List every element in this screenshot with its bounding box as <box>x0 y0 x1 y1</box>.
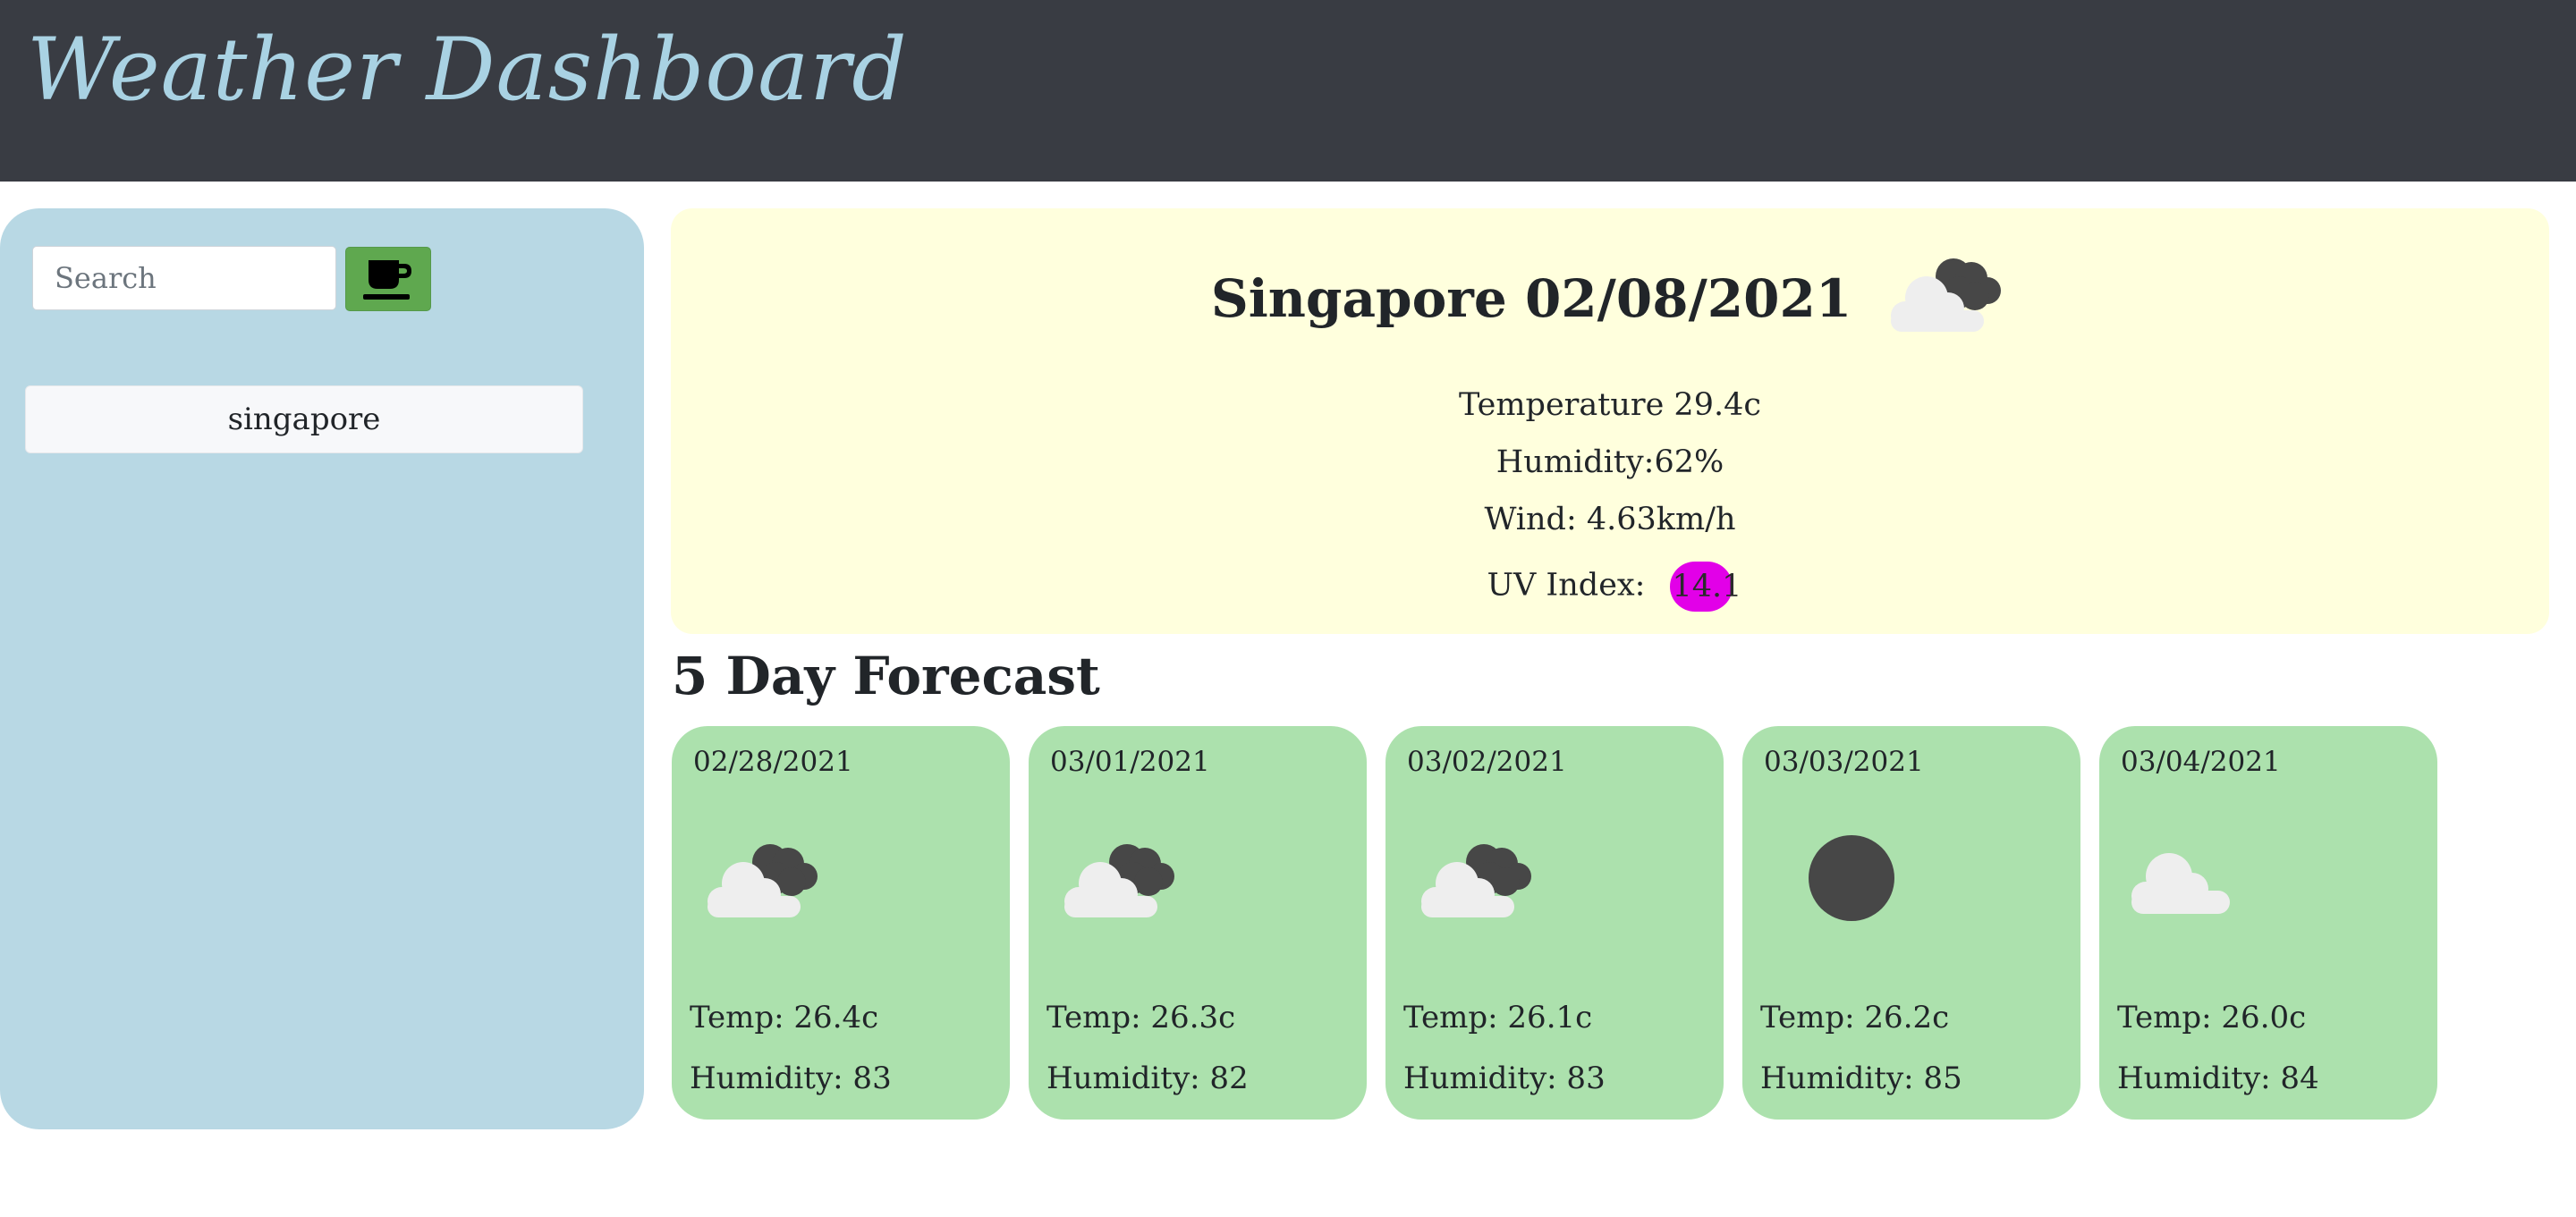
sidebar: singapore <box>0 208 644 1129</box>
forecast-temp: Temp: 26.0c <box>2117 1000 2307 1035</box>
coffee-cup-icon <box>363 260 411 300</box>
app-title: Weather Dashboard <box>27 20 908 120</box>
forecast-humidity: Humidity: 85 <box>1760 1061 1962 1096</box>
current-temperature: Temperature 29.4c <box>1459 387 1761 423</box>
forecast-date: 03/02/2021 <box>1407 746 1567 778</box>
current-uv: UV Index: 14.1 <box>671 562 2549 612</box>
app-header: Weather Dashboard <box>0 0 2576 182</box>
current-city-date: Singapore 02/08/2021 <box>1211 268 1852 329</box>
forecast-card: 03/04/2021 Temp: 26.0c Humidity: 84 <box>2099 726 2437 1120</box>
current-heading: Singapore 02/08/2021 <box>671 248 2549 350</box>
uv-label: UV Index: <box>1487 567 1646 604</box>
forecast-date: 03/03/2021 <box>1764 746 1924 778</box>
broken-clouds-icon <box>1405 833 1539 926</box>
current-city: Singapore <box>1210 268 1507 329</box>
forecast-card: 02/28/2021 Temp: 26.4c Humidity: 83 <box>672 726 1010 1120</box>
cloud-icon <box>2119 833 2253 926</box>
forecast-humidity: Humidity: 83 <box>1403 1061 1606 1096</box>
broken-clouds-icon <box>1875 248 2009 350</box>
current-weather-card: Singapore 02/08/2021 Temperature 29.4c H… <box>671 208 2549 634</box>
forecast-card: 03/01/2021 Temp: 26.3c Humidity: 82 <box>1029 726 1367 1120</box>
forecast-humidity: Humidity: 82 <box>1046 1061 1249 1096</box>
current-wind: Wind: 4.63km/h <box>1484 502 1736 537</box>
forecast-temp: Temp: 26.3c <box>1046 1000 1236 1035</box>
current-humidity: Humidity:62% <box>1496 444 1724 480</box>
broken-clouds-icon <box>1048 833 1182 926</box>
search-button[interactable] <box>345 247 431 311</box>
forecast-card: 03/02/2021 Temp: 26.1c Humidity: 83 <box>1385 726 1724 1120</box>
overcast-icon <box>1762 833 1896 926</box>
history-item-singapore[interactable]: singapore <box>25 385 583 453</box>
forecast-temp: Temp: 26.1c <box>1403 1000 1593 1035</box>
forecast-humidity: Humidity: 83 <box>690 1061 892 1096</box>
forecast-date: 03/01/2021 <box>1050 746 1210 778</box>
search-input[interactable] <box>32 246 336 310</box>
forecast-date: 03/04/2021 <box>2121 746 2281 778</box>
current-date: 02/08/2021 <box>1524 268 1852 329</box>
uv-index-badge: 14.1 <box>1670 562 1741 612</box>
forecast-temp: Temp: 26.4c <box>690 1000 879 1035</box>
forecast-humidity: Humidity: 84 <box>2117 1061 2319 1096</box>
forecast-card: 03/03/2021 Temp: 26.2c Humidity: 85 <box>1742 726 2080 1120</box>
broken-clouds-icon <box>691 833 826 926</box>
forecast-title: 5 Day Forecast <box>672 646 1100 706</box>
forecast-date: 02/28/2021 <box>693 746 853 778</box>
forecast-temp: Temp: 26.2c <box>1760 1000 1950 1035</box>
